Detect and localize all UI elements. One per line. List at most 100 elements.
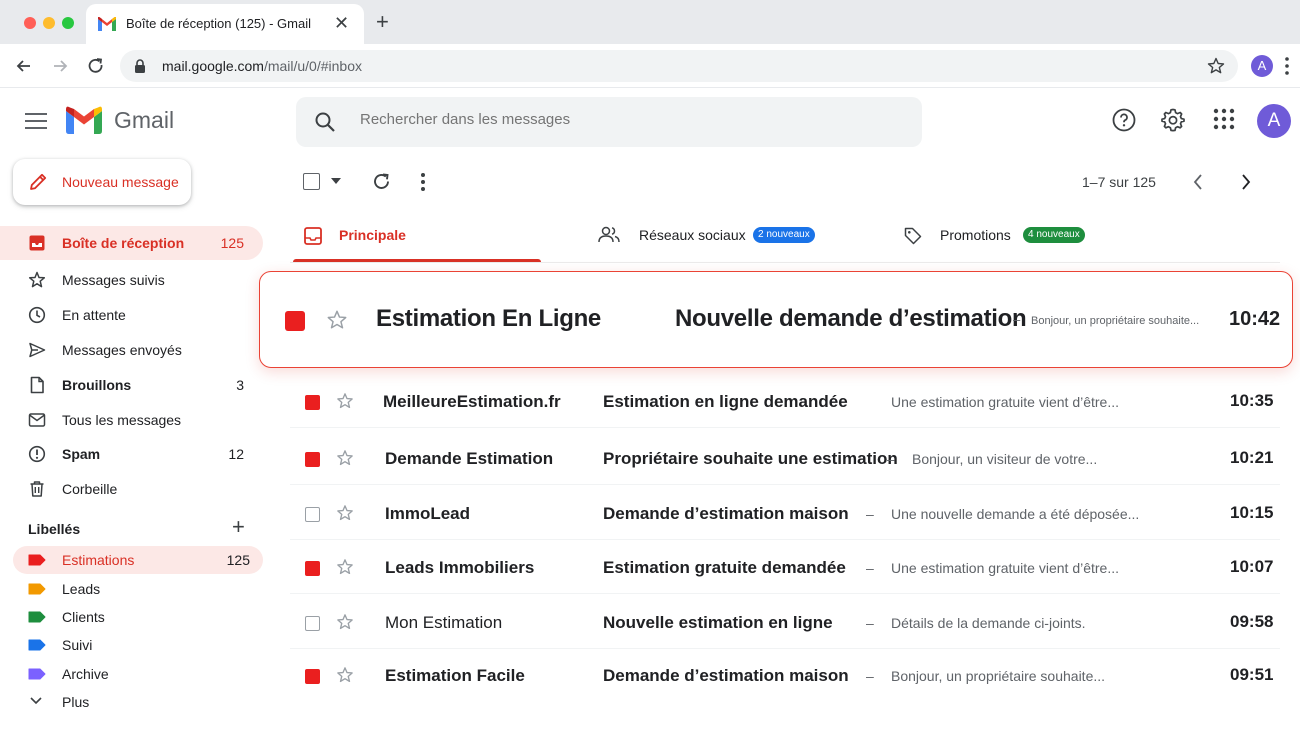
help-icon[interactable] [1112, 108, 1136, 132]
tag-icon [904, 227, 922, 245]
message-separator: – [866, 668, 874, 684]
sidebar-item-spam[interactable]: Spam 12 [0, 437, 263, 471]
tab-principale[interactable]: Principale [293, 212, 541, 262]
more-actions-icon[interactable] [420, 172, 426, 192]
message-row[interactable]: Demande Estimation Propriétaire souhaite… [290, 433, 1280, 485]
apps-grid-icon[interactable] [1213, 108, 1235, 130]
compose-button[interactable]: Nouveau message [13, 159, 191, 205]
message-row[interactable]: Mon Estimation Nouvelle estimation en li… [290, 597, 1280, 649]
label-item-archive[interactable]: Archive [13, 660, 263, 688]
label-name: Leads [62, 581, 101, 597]
message-time: 09:58 [1230, 612, 1274, 631]
url-field[interactable]: mail.google.com/mail/u/0/#inbox [120, 50, 1238, 82]
search-bar[interactable] [296, 97, 922, 147]
star-icon[interactable] [336, 666, 354, 684]
new-tab-button[interactable]: + [376, 11, 389, 33]
message-checkbox[interactable] [285, 311, 305, 331]
featured-message-row[interactable]: Estimation En Ligne Nouvelle demande d’e… [259, 271, 1293, 368]
select-dropdown-icon[interactable] [331, 178, 341, 184]
sidebar-item-all-mail[interactable]: Tous les messages [0, 403, 263, 437]
label-name: Archive [62, 666, 109, 682]
next-page-icon[interactable] [1241, 174, 1251, 190]
select-all-checkbox[interactable] [303, 173, 320, 190]
settings-gear-icon[interactable] [1161, 108, 1185, 132]
reload-icon[interactable] [86, 56, 106, 76]
message-subject: Nouvelle demande d’estimation [675, 305, 1027, 332]
message-sender: Demande Estimation [385, 449, 554, 468]
browser-menu-icon[interactable] [1284, 56, 1290, 76]
message-subject: Nouvelle estimation en ligne [603, 613, 833, 632]
label-name: Suivi [62, 637, 93, 653]
message-time: 10:15 [1230, 503, 1274, 522]
inbox-icon [304, 227, 322, 245]
people-icon [598, 226, 620, 243]
tab-reseaux-sociaux[interactable]: Réseaux sociaux 2 nouveaux [590, 212, 870, 262]
message-checkbox[interactable] [305, 452, 320, 467]
sidebar-item-label: Messages envoyés [62, 342, 182, 358]
message-row[interactable]: ImmoLead Demande d’estimation maison – U… [290, 488, 1280, 540]
refresh-icon[interactable] [372, 172, 392, 192]
window-maximize-button[interactable] [62, 17, 74, 29]
more-label: Plus [62, 694, 90, 710]
star-icon[interactable] [336, 504, 354, 522]
message-row[interactable]: Leads Immobiliers Estimation gratuite de… [290, 542, 1280, 594]
label-item-suivi[interactable]: Suivi [13, 631, 263, 659]
label-item-leads[interactable]: Leads [13, 575, 263, 603]
label-item-clients[interactable]: Clients [13, 603, 263, 631]
label-tag-icon [28, 668, 46, 680]
add-label-button[interactable]: + [232, 516, 245, 538]
message-checkbox[interactable] [305, 616, 320, 631]
message-checkbox[interactable] [305, 507, 320, 522]
search-input[interactable] [360, 111, 880, 128]
label-tag-icon [28, 583, 46, 595]
prev-page-icon[interactable] [1193, 174, 1203, 190]
all-mail-icon [28, 413, 46, 427]
tab-label: Promotions [940, 227, 1011, 243]
message-subject: Propriétaire souhaite une estimation [603, 449, 898, 468]
message-snippet: Bonjour, un visiteur de votre... [912, 451, 1098, 467]
url-text: mail.google.com/mail/u/0/#inbox [162, 58, 362, 74]
pagination-range: 1–7 sur 125 [1082, 174, 1156, 190]
gmail-logo-icon[interactable] [66, 106, 102, 134]
account-avatar[interactable]: A [1257, 104, 1291, 138]
forward-arrow-icon[interactable] [50, 56, 70, 76]
star-icon[interactable] [336, 558, 354, 576]
search-icon[interactable] [314, 111, 336, 133]
tab-promotions[interactable]: Promotions 4 nouveaux [896, 212, 1156, 262]
star-icon[interactable] [336, 449, 354, 467]
sidebar-item-inbox[interactable]: Boîte de réception 125 [0, 226, 263, 260]
star-icon[interactable] [336, 613, 354, 631]
sidebar-item-starred[interactable]: Messages suivis [0, 263, 263, 297]
back-arrow-icon[interactable] [14, 56, 34, 76]
star-icon[interactable] [336, 392, 354, 410]
bookmark-star-icon[interactable] [1206, 56, 1226, 76]
tab-label: Principale [339, 227, 406, 243]
message-checkbox[interactable] [305, 669, 320, 684]
browser-tab-gmail[interactable]: Boîte de réception (125) - Gmail ✕ [86, 4, 364, 44]
message-time: 09:51 [1230, 665, 1274, 684]
tab-close-icon[interactable]: ✕ [334, 13, 349, 33]
browser-profile-avatar[interactable]: A [1251, 55, 1273, 77]
labels-section-title: Libellés [28, 521, 81, 537]
sidebar-item-drafts[interactable]: Brouillons 3 [0, 368, 263, 402]
window-minimize-button[interactable] [43, 17, 55, 29]
label-tag-icon [28, 611, 46, 623]
trash-icon [30, 481, 44, 497]
message-subject: Estimation gratuite demandée [603, 558, 846, 577]
sidebar-item-sent[interactable]: Messages envoyés [0, 333, 263, 367]
tab-label: Réseaux sociaux [639, 227, 746, 243]
star-icon[interactable] [326, 309, 348, 331]
message-checkbox[interactable] [305, 561, 320, 576]
sidebar-item-snoozed[interactable]: En attente [0, 298, 263, 332]
sidebar-item-trash[interactable]: Corbeille [0, 472, 263, 506]
message-checkbox[interactable] [305, 395, 320, 410]
clock-icon [28, 306, 46, 324]
label-item-estimations[interactable]: Estimations 125 [13, 546, 263, 574]
message-snippet: Bonjour, un propriétaire souhaite... [891, 668, 1106, 684]
message-row[interactable]: Estimation Facile Demande d’estimation m… [290, 650, 1280, 702]
message-row[interactable]: MeilleureEstimation.fr Estimation en lig… [290, 376, 1280, 428]
sidebar-item-count: 125 [220, 235, 244, 251]
window-close-button[interactable] [24, 17, 36, 29]
main-menu-icon[interactable] [25, 112, 47, 130]
sidebar-more-button[interactable]: Plus [13, 688, 263, 716]
